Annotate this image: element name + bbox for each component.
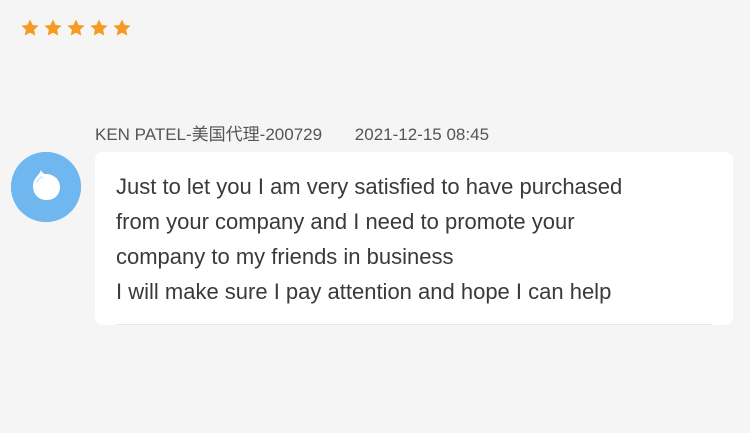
speech-bubble-icon — [11, 152, 81, 222]
star-icon — [44, 19, 62, 36]
avatar[interactable] — [11, 152, 81, 222]
message-bubble: Just to let you I am very satisfied to h… — [95, 152, 733, 325]
message-meta: KEN PATEL-美国代理-200729 2021-12-15 08:45 — [95, 120, 489, 145]
divider — [116, 324, 712, 325]
message-line: I will make sure I pay attention and hop… — [116, 279, 612, 304]
message-line: company to my friends in business — [116, 244, 454, 269]
message-line: from your company and I need to promote … — [116, 209, 575, 234]
star-icon — [90, 19, 108, 36]
star-icon — [21, 19, 39, 36]
message-line: Just to let you I am very satisfied to h… — [116, 174, 623, 199]
star-icon — [67, 19, 85, 36]
star-rating — [20, 18, 132, 38]
message-timestamp: 2021-12-15 08:45 — [354, 125, 490, 144]
message-text: Just to let you I am very satisfied to h… — [116, 169, 719, 309]
sender-name: KEN PATEL-美国代理-200729 — [95, 125, 323, 144]
star-icon — [113, 19, 131, 36]
